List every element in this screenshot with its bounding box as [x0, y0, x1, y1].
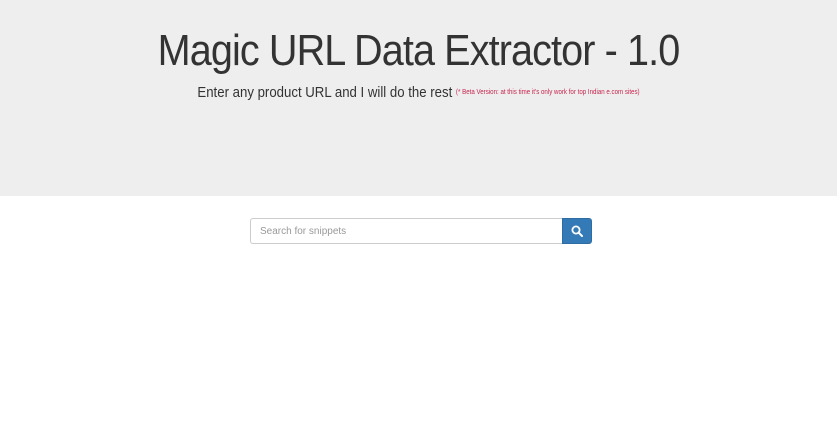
subtitle-text: Enter any product URL and I will do the …	[197, 84, 453, 101]
page-subtitle: Enter any product URL and I will do the …	[50, 84, 787, 102]
search-group	[250, 218, 592, 244]
hero-banner: Magic URL Data Extractor - 1.0 Enter any…	[0, 0, 837, 196]
search-icon	[571, 225, 583, 237]
search-section	[0, 196, 837, 446]
search-button[interactable]	[562, 218, 592, 244]
beta-note: (* Beta Version: at this time it's only …	[455, 89, 640, 97]
page-title: Magic URL Data Extractor - 1.0	[157, 26, 681, 75]
search-input[interactable]	[250, 218, 562, 244]
